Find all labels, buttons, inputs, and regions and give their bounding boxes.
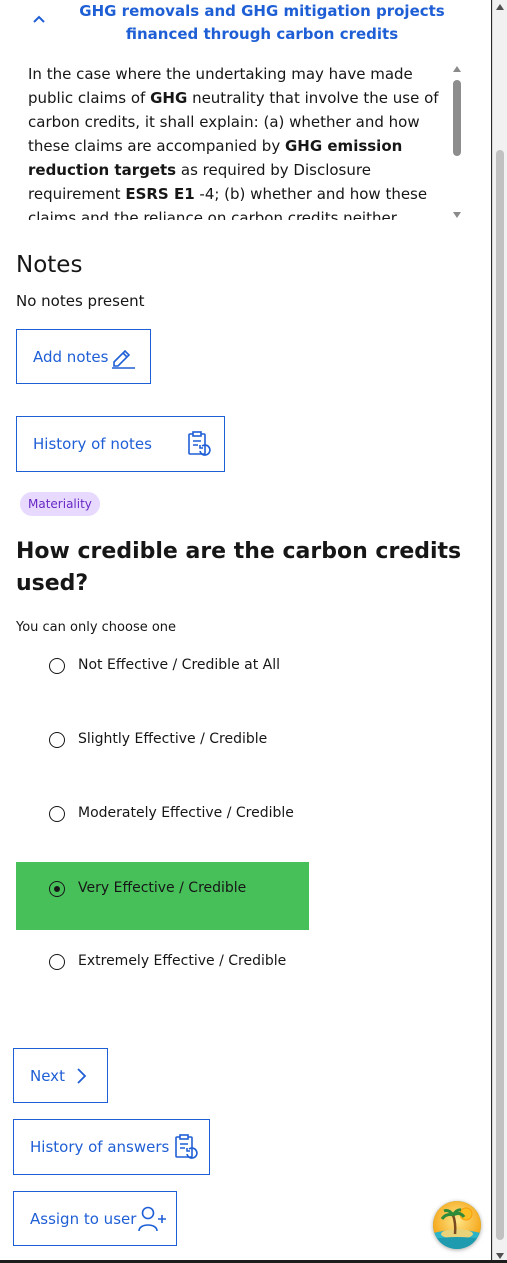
materiality-tag: Materiality: [20, 492, 100, 516]
next-label: Next: [30, 1066, 65, 1085]
clipboard-history-icon: [175, 1134, 199, 1159]
option-very-effective[interactable]: Very Effective / Credible: [16, 862, 309, 930]
assign-to-user-button[interactable]: Assign to user: [13, 1191, 177, 1246]
add-notes-label: Add notes: [33, 347, 109, 366]
island-avatar-icon: [433, 1201, 481, 1249]
add-user-icon: [138, 1206, 167, 1231]
notes-heading: Notes: [16, 252, 83, 278]
description-scrollbar[interactable]: [452, 64, 462, 218]
history-of-answers-button[interactable]: History of answers: [13, 1119, 210, 1175]
clipboard-history-icon: [188, 431, 211, 456]
history-of-notes-button[interactable]: History of notes: [16, 416, 225, 472]
radio-button[interactable]: [49, 806, 65, 822]
chevron-right-icon: [77, 1067, 87, 1084]
description-bold-term: GHG: [150, 89, 188, 107]
radio-button-selected[interactable]: [49, 881, 65, 897]
history-of-answers-label: History of answers: [30, 1138, 170, 1156]
next-button[interactable]: Next: [13, 1048, 108, 1103]
option-label[interactable]: Very Effective / Credible: [78, 880, 246, 896]
scroll-down-icon[interactable]: [453, 212, 461, 218]
radio-button[interactable]: [49, 954, 65, 970]
scroll-down-arrow-icon[interactable]: [496, 1253, 504, 1259]
assign-to-user-label: Assign to user: [30, 1209, 137, 1228]
add-notes-button[interactable]: Add notes: [16, 329, 151, 384]
accordion-title[interactable]: GHG removals and GHG mitigation projects…: [60, 0, 464, 46]
option-slightly-effective[interactable]: Slightly Effective / Credible: [16, 707, 309, 775]
option-not-effective[interactable]: Not Effective / Credible at All: [16, 633, 309, 701]
description-bold-term: ESRS E1: [125, 185, 195, 203]
option-label[interactable]: Not Effective / Credible at All: [78, 657, 280, 673]
radio-button[interactable]: [49, 658, 65, 674]
option-label[interactable]: Moderately Effective / Credible: [78, 805, 294, 821]
option-label[interactable]: Slightly Effective / Credible: [78, 731, 267, 747]
chevron-up-icon[interactable]: [32, 12, 46, 26]
option-extremely-effective[interactable]: Extremely Effective / Credible: [16, 929, 309, 997]
page-scrollbar-thumb[interactable]: [496, 150, 504, 1240]
scroll-up-icon[interactable]: [453, 66, 461, 72]
question-title: How credible are the carbon credits used…: [16, 539, 462, 596]
description-panel: In the case where the undertaking may ha…: [14, 60, 464, 220]
notes-empty-text: No notes present: [16, 292, 145, 310]
history-of-notes-label: History of notes: [33, 435, 152, 453]
description-scrollbar-thumb[interactable]: [453, 80, 461, 156]
scroll-up-arrow-icon[interactable]: [496, 4, 504, 10]
pencil-icon: [112, 349, 136, 369]
radio-button[interactable]: [49, 732, 65, 748]
description-text: In the case where the undertaking may ha…: [28, 62, 444, 220]
option-label[interactable]: Extremely Effective / Credible: [78, 953, 286, 969]
option-moderately-effective[interactable]: Moderately Effective / Credible: [16, 781, 309, 849]
accordion-header[interactable]: GHG removals and GHG mitigation projects…: [0, 0, 490, 46]
island-avatar-icon[interactable]: [433, 1201, 481, 1249]
radio-dot: [53, 885, 60, 892]
page-scrollbar[interactable]: [492, 0, 507, 1263]
